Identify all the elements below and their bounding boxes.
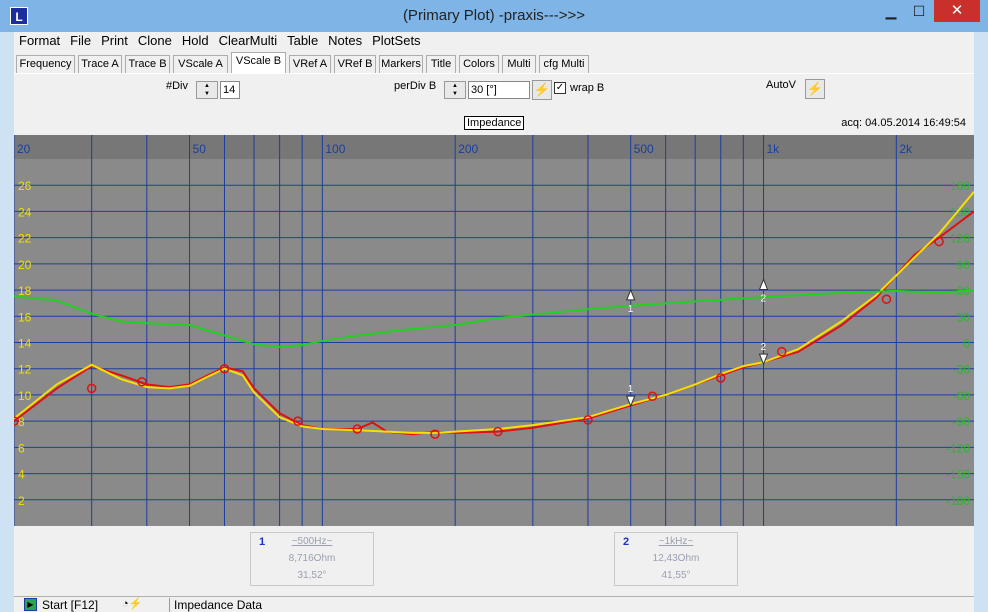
menu-clone[interactable]: Clone (133, 32, 177, 50)
cursor-label: 1 (628, 384, 634, 395)
y-right-tick-label: 120 (950, 232, 970, 246)
tab-vscale-a[interactable]: VScale A (173, 55, 228, 73)
x-tick-label: 500 (634, 142, 654, 156)
marker-box-2: 2 ~1kHz~ 12,43Ohm 41,55° (614, 532, 738, 586)
impedance-plot[interactable]: 20 50 100 200 500 1k 2k2468101214161820222426-… (14, 135, 974, 526)
window-title: (Primary Plot) -praxis--->>> (402, 7, 586, 24)
menu-table[interactable]: Table (282, 32, 323, 50)
menu-plotsets[interactable]: PlotSets (367, 32, 425, 50)
start-label[interactable]: Start [F12] (42, 598, 98, 612)
maximize-button[interactable]: ☐ (906, 0, 932, 22)
y-right-tick-label: -30 (953, 363, 971, 377)
marker-box-1: 1 ~500Hz~ 8,716Ohm 31,52° (250, 532, 374, 586)
tab-colors[interactable]: Colors (459, 55, 499, 73)
lightning-icon: ⚡ (806, 81, 824, 96)
y-left-tick-label: 24 (18, 205, 32, 219)
autov-button[interactable]: ⚡ (805, 79, 825, 99)
y-right-tick-label: -60 (953, 389, 971, 403)
marker-frequency[interactable]: ~500Hz~ (251, 536, 373, 547)
y-right-tick-label: 90 (957, 258, 971, 272)
apply-button[interactable]: ⚡ (532, 80, 552, 100)
marker-impedance: 8,716Ohm (288, 553, 336, 564)
y-left-tick-label: 12 (18, 363, 32, 377)
title-bar: L (Primary Plot) -praxis--->>> ▁ ☐ ✕ (0, 0, 988, 32)
menu-bar: Format File Print Clone Hold ClearMulti Table N… (14, 32, 974, 52)
tab-vscale-b[interactable]: VScale B (231, 52, 286, 73)
y-right-tick-label: 0 (963, 337, 970, 351)
y-left-tick-label: 16 (18, 310, 32, 324)
plot-header: Impedance acq: 04.05.2014 16:49:54 (14, 113, 974, 135)
y-left-tick-label: 2 (18, 494, 25, 508)
menu-notes[interactable]: Notes (323, 32, 367, 50)
menu-print[interactable]: Print (96, 32, 133, 50)
start-icon[interactable]: ▶ (24, 598, 37, 611)
x-tick-label: 2k (899, 142, 913, 156)
spin-up-icon[interactable]: ▲ (445, 82, 465, 90)
status-bar: ▶ Start [F12] ◔⚡ Impedance Data (14, 596, 974, 612)
menu-format[interactable]: Format (14, 32, 65, 50)
perdiv-spinner[interactable]: ▲ ▼ (444, 81, 466, 99)
tab-cfg-multi[interactable]: cfg Multi (539, 55, 589, 73)
tab-multi[interactable]: Multi (502, 55, 536, 73)
tab-strip: Frequency Trace A Trace B VScale A VScal… (14, 52, 974, 73)
tab-vref-a[interactable]: VRef A (289, 55, 331, 73)
x-axis-strip (14, 135, 974, 159)
close-button[interactable]: ✕ (934, 0, 980, 22)
cursor-label: 2 (761, 342, 767, 353)
tab-markers[interactable]: Markers (379, 55, 423, 73)
div-spinner[interactable]: ▲ ▼ (196, 81, 218, 99)
perdiv-input[interactable]: 30 [°] (468, 81, 530, 99)
perdiv-label: perDiv B (394, 80, 437, 92)
y-left-tick-label: 14 (18, 337, 32, 351)
y-left-tick-label: 22 (18, 232, 32, 246)
y-left-tick-label: 6 (18, 441, 25, 455)
y-right-tick-label: 30 (957, 310, 971, 324)
y-left-tick-label: 10 (18, 389, 32, 403)
cursor-label: 1 (628, 304, 634, 315)
marker-phase: 31,52° (297, 570, 327, 581)
marker-panel: 1 ~500Hz~ 8,716Ohm 31,52° 2 ~1kHz~ 12,43… (14, 526, 974, 596)
menu-file[interactable]: File (65, 32, 96, 50)
marker-frequency[interactable]: ~1kHz~ (615, 536, 737, 547)
menu-hold[interactable]: Hold (177, 32, 214, 50)
minimize-button[interactable]: ▁ (878, 0, 904, 22)
tab-frequency[interactable]: Frequency (16, 55, 75, 73)
autov-label: AutoV (766, 79, 796, 91)
tab-vref-b[interactable]: VRef B (334, 55, 376, 73)
vscale-panel: #Div ▲ ▼ 14 perDiv B ▲ ▼ 30 [°] ⚡ ✓ wrap B… (14, 73, 974, 113)
x-tick-label: 50 (193, 142, 207, 156)
acquisition-timestamp: acq: 04.05.2014 16:49:54 (841, 117, 966, 129)
y-right-tick-label: -120 (946, 441, 970, 455)
plot-title: Impedance (464, 116, 525, 130)
y-left-tick-label: 4 (18, 468, 25, 482)
tab-trace-a[interactable]: Trace A (78, 55, 122, 73)
x-tick-label: 200 (458, 142, 478, 156)
tab-title[interactable]: Title (426, 55, 456, 73)
spin-down-icon[interactable]: ▼ (445, 90, 465, 98)
wrap-checkbox[interactable]: ✓ (554, 82, 566, 94)
y-right-tick-label: -90 (953, 415, 971, 429)
marker-impedance: 12,43Ohm (652, 553, 700, 564)
tab-trace-b[interactable]: Trace B (125, 55, 170, 73)
x-tick-label: 1k (767, 142, 781, 156)
spin-up-icon[interactable]: ▲ (197, 82, 217, 90)
y-right-tick-label: 180 (950, 179, 970, 193)
wrap-label: wrap B (570, 82, 605, 94)
menu-clearmulti[interactable]: ClearMulti (214, 32, 283, 50)
y-left-tick-label: 20 (18, 258, 32, 272)
spin-down-icon[interactable]: ▼ (197, 90, 217, 98)
div-input[interactable]: 14 (220, 81, 240, 99)
status-text: Impedance Data (169, 598, 262, 612)
plot-background (14, 135, 974, 526)
marker-phase: 41,55° (661, 570, 691, 581)
x-tick-label: 20 (17, 142, 31, 156)
x-tick-label: 100 (325, 142, 345, 156)
y-right-tick-label: -150 (946, 468, 970, 482)
lightning-icon: ⚡ (533, 82, 551, 97)
div-label: #Div (166, 80, 189, 92)
tools-icon[interactable]: ◔⚡ (122, 597, 162, 612)
cursor-label: 2 (761, 293, 767, 304)
y-right-tick-label: -180 (946, 494, 970, 508)
y-left-tick-label: 26 (18, 179, 32, 193)
